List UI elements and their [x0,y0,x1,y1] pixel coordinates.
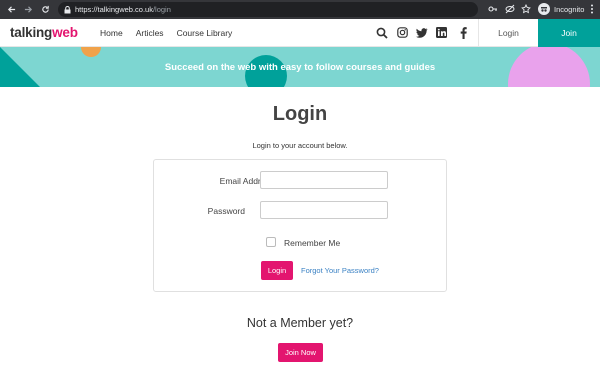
search-icon[interactable] [375,26,388,39]
incognito-indicator[interactable]: Incognito [538,3,584,15]
email-label: Email Address [219,176,274,186]
address-bar[interactable]: https://talkingweb.co.uk/login [58,2,478,17]
instagram-icon[interactable] [396,26,409,39]
remember-me-label[interactable]: Remember Me [284,238,340,248]
twitter-icon[interactable] [415,26,428,39]
facebook-icon[interactable] [457,26,470,39]
nav-articles[interactable]: Articles [136,28,164,38]
header-login-link[interactable]: Login [478,19,538,47]
browser-chrome: https://talkingweb.co.uk/login Incognito [0,0,600,19]
forward-icon[interactable] [22,3,35,16]
not-member-heading: Not a Member yet? [246,316,354,330]
main-nav: Home Articles Course Library [100,28,245,38]
header-join-button[interactable]: Join [538,19,600,47]
url-text: https://talkingweb.co.uk/login [75,5,171,14]
remember-me-checkbox[interactable] [266,237,276,247]
login-form: Email Address Password Remember Me Login… [153,159,447,292]
login-button[interactable]: Login [261,261,293,280]
nav-home[interactable]: Home [100,28,123,38]
incognito-icon [538,3,550,15]
forgot-password-link[interactable]: Forgot Your Password? [301,266,379,275]
banner-tagline: Succeed on the web with easy to follow c… [164,62,436,73]
page-subtitle: Login to your account below. [252,141,348,150]
site-logo[interactable]: talkingweb [10,25,78,40]
email-field[interactable] [260,171,388,189]
back-icon[interactable] [5,3,18,16]
key-icon[interactable] [487,3,499,15]
lock-icon [64,1,71,19]
tracking-blocked-icon[interactable] [504,3,516,15]
join-now-button[interactable]: Join Now [278,343,323,362]
password-label: Password [207,206,245,216]
more-menu-icon[interactable] [586,3,598,15]
linkedin-icon[interactable] [435,26,448,39]
banner-circle-decoration [81,47,101,57]
site-header: talkingweb Home Articles Course Library … [0,19,600,47]
hero-banner: Succeed on the web with easy to follow c… [0,47,600,87]
reload-icon[interactable] [39,3,52,16]
password-field[interactable] [260,201,388,219]
page-title: Login [272,103,328,125]
nav-course-library[interactable]: Course Library [177,28,233,38]
incognito-label: Incognito [554,4,585,14]
star-icon[interactable] [520,3,532,15]
